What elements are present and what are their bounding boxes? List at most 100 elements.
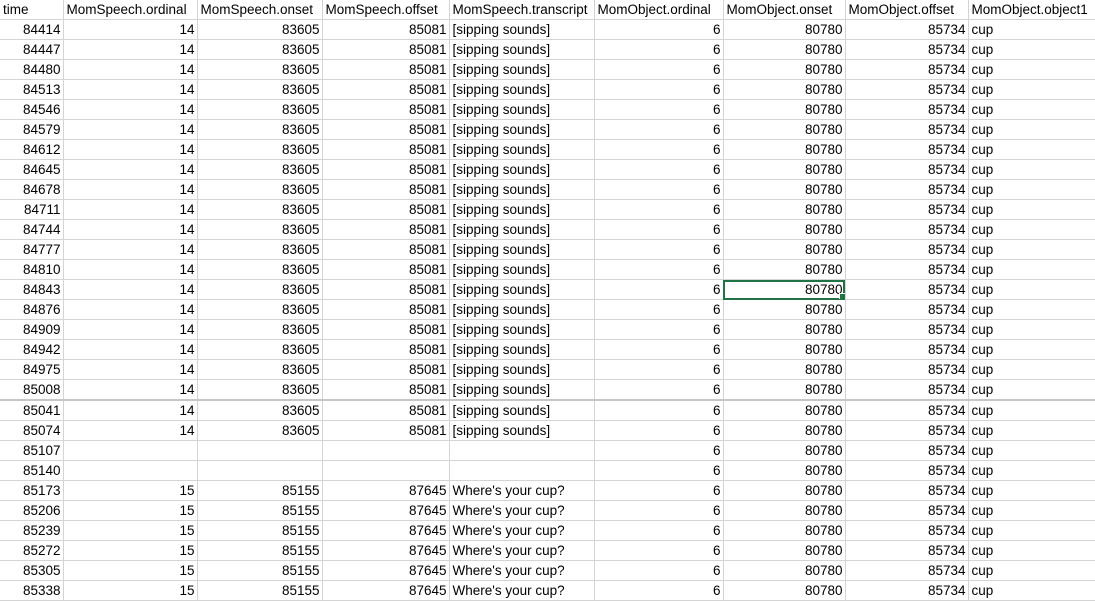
- cell[interactable]: 80780: [723, 199, 846, 220]
- cell[interactable]: 14: [63, 239, 198, 260]
- cell[interactable]: 85734: [845, 139, 969, 160]
- cell[interactable]: 6: [594, 319, 724, 340]
- cell[interactable]: cup: [968, 480, 1095, 501]
- cell[interactable]: 80780: [723, 480, 846, 501]
- cell[interactable]: 6: [594, 379, 724, 401]
- cell[interactable]: 15: [63, 560, 198, 581]
- cell[interactable]: cup: [968, 239, 1095, 260]
- cell[interactable]: 83605: [197, 159, 323, 180]
- column-header-momobject-object1[interactable]: MomObject.object1: [968, 0, 1095, 20]
- cell[interactable]: 80780: [723, 179, 846, 200]
- cell[interactable]: [197, 440, 323, 461]
- cell[interactable]: 85734: [845, 39, 969, 60]
- cell[interactable]: [sipping sounds]: [449, 299, 595, 320]
- cell[interactable]: 85081: [322, 420, 450, 441]
- column-header-momspeech-ordinal[interactable]: MomSpeech.ordinal: [63, 0, 198, 20]
- cell[interactable]: cup: [968, 99, 1095, 120]
- cell[interactable]: [sipping sounds]: [449, 359, 595, 380]
- cell[interactable]: cup: [968, 460, 1095, 481]
- cell[interactable]: [sipping sounds]: [449, 219, 595, 240]
- cell[interactable]: 84942: [0, 339, 64, 360]
- cell[interactable]: 83605: [197, 19, 323, 40]
- cell[interactable]: cup: [968, 319, 1095, 340]
- cell[interactable]: [449, 440, 595, 461]
- cell[interactable]: 14: [63, 279, 198, 300]
- selected-cell[interactable]: 80780: [723, 279, 846, 300]
- cell[interactable]: 80780: [723, 19, 846, 40]
- cell[interactable]: 85734: [845, 460, 969, 481]
- cell[interactable]: 85081: [322, 59, 450, 80]
- cell[interactable]: 84909: [0, 319, 64, 340]
- cell[interactable]: 84777: [0, 239, 64, 260]
- cell[interactable]: 87645: [322, 480, 450, 501]
- cell[interactable]: 6: [594, 540, 724, 561]
- cell[interactable]: 85107: [0, 440, 64, 461]
- cell[interactable]: 6: [594, 139, 724, 160]
- cell[interactable]: 85081: [322, 99, 450, 120]
- cell[interactable]: 85081: [322, 19, 450, 40]
- cell[interactable]: 6: [594, 119, 724, 140]
- cell[interactable]: [63, 440, 198, 461]
- cell[interactable]: 85081: [322, 239, 450, 260]
- cell[interactable]: 14: [63, 119, 198, 140]
- cell[interactable]: 83605: [197, 299, 323, 320]
- cell[interactable]: 87645: [322, 520, 450, 541]
- cell[interactable]: 85081: [322, 159, 450, 180]
- cell[interactable]: 14: [63, 99, 198, 120]
- cell[interactable]: 85074: [0, 420, 64, 441]
- cell[interactable]: 14: [63, 179, 198, 200]
- cell[interactable]: 85734: [845, 359, 969, 380]
- cell[interactable]: 85734: [845, 319, 969, 340]
- cell[interactable]: 85081: [322, 39, 450, 60]
- cell[interactable]: 85734: [845, 199, 969, 220]
- cell[interactable]: cup: [968, 79, 1095, 100]
- cell[interactable]: [sipping sounds]: [449, 239, 595, 260]
- cell[interactable]: 80780: [723, 440, 846, 461]
- cell[interactable]: 85081: [322, 379, 450, 401]
- cell[interactable]: 80780: [723, 420, 846, 441]
- cell[interactable]: 14: [63, 299, 198, 320]
- cell[interactable]: 85155: [197, 560, 323, 581]
- cell[interactable]: 80780: [723, 259, 846, 280]
- cell[interactable]: 6: [594, 79, 724, 100]
- cell[interactable]: 84678: [0, 179, 64, 200]
- cell[interactable]: [sipping sounds]: [449, 319, 595, 340]
- cell[interactable]: 85081: [322, 179, 450, 200]
- cell[interactable]: 6: [594, 420, 724, 441]
- cell[interactable]: [449, 460, 595, 481]
- fill-handle[interactable]: [838, 293, 844, 299]
- cell[interactable]: [sipping sounds]: [449, 119, 595, 140]
- cell[interactable]: 85734: [845, 279, 969, 300]
- cell[interactable]: 83605: [197, 400, 323, 421]
- cell[interactable]: 85081: [322, 119, 450, 140]
- cell[interactable]: 85140: [0, 460, 64, 481]
- cell[interactable]: cup: [968, 400, 1095, 421]
- cell[interactable]: [sipping sounds]: [449, 79, 595, 100]
- cell[interactable]: 6: [594, 19, 724, 40]
- cell[interactable]: [63, 460, 198, 481]
- cell[interactable]: 6: [594, 480, 724, 501]
- cell[interactable]: cup: [968, 199, 1095, 220]
- cell[interactable]: 87645: [322, 540, 450, 561]
- cell[interactable]: [sipping sounds]: [449, 400, 595, 421]
- cell[interactable]: 14: [63, 79, 198, 100]
- cell[interactable]: 6: [594, 339, 724, 360]
- cell[interactable]: 85734: [845, 420, 969, 441]
- column-header-momspeech-transcript[interactable]: MomSpeech.transcript: [449, 0, 595, 20]
- cell[interactable]: 6: [594, 39, 724, 60]
- cell[interactable]: 6: [594, 560, 724, 581]
- cell[interactable]: 6: [594, 299, 724, 320]
- cell[interactable]: 85734: [845, 239, 969, 260]
- cell[interactable]: 14: [63, 319, 198, 340]
- cell[interactable]: 15: [63, 540, 198, 561]
- cell[interactable]: 14: [63, 359, 198, 380]
- cell[interactable]: 80780: [723, 99, 846, 120]
- cell[interactable]: 84645: [0, 159, 64, 180]
- cell[interactable]: 85239: [0, 520, 64, 541]
- column-header-momobject-ordinal[interactable]: MomObject.ordinal: [594, 0, 724, 20]
- cell[interactable]: 80780: [723, 219, 846, 240]
- cell[interactable]: cup: [968, 39, 1095, 60]
- cell[interactable]: 85734: [845, 400, 969, 421]
- cell[interactable]: 6: [594, 159, 724, 180]
- cell[interactable]: 83605: [197, 199, 323, 220]
